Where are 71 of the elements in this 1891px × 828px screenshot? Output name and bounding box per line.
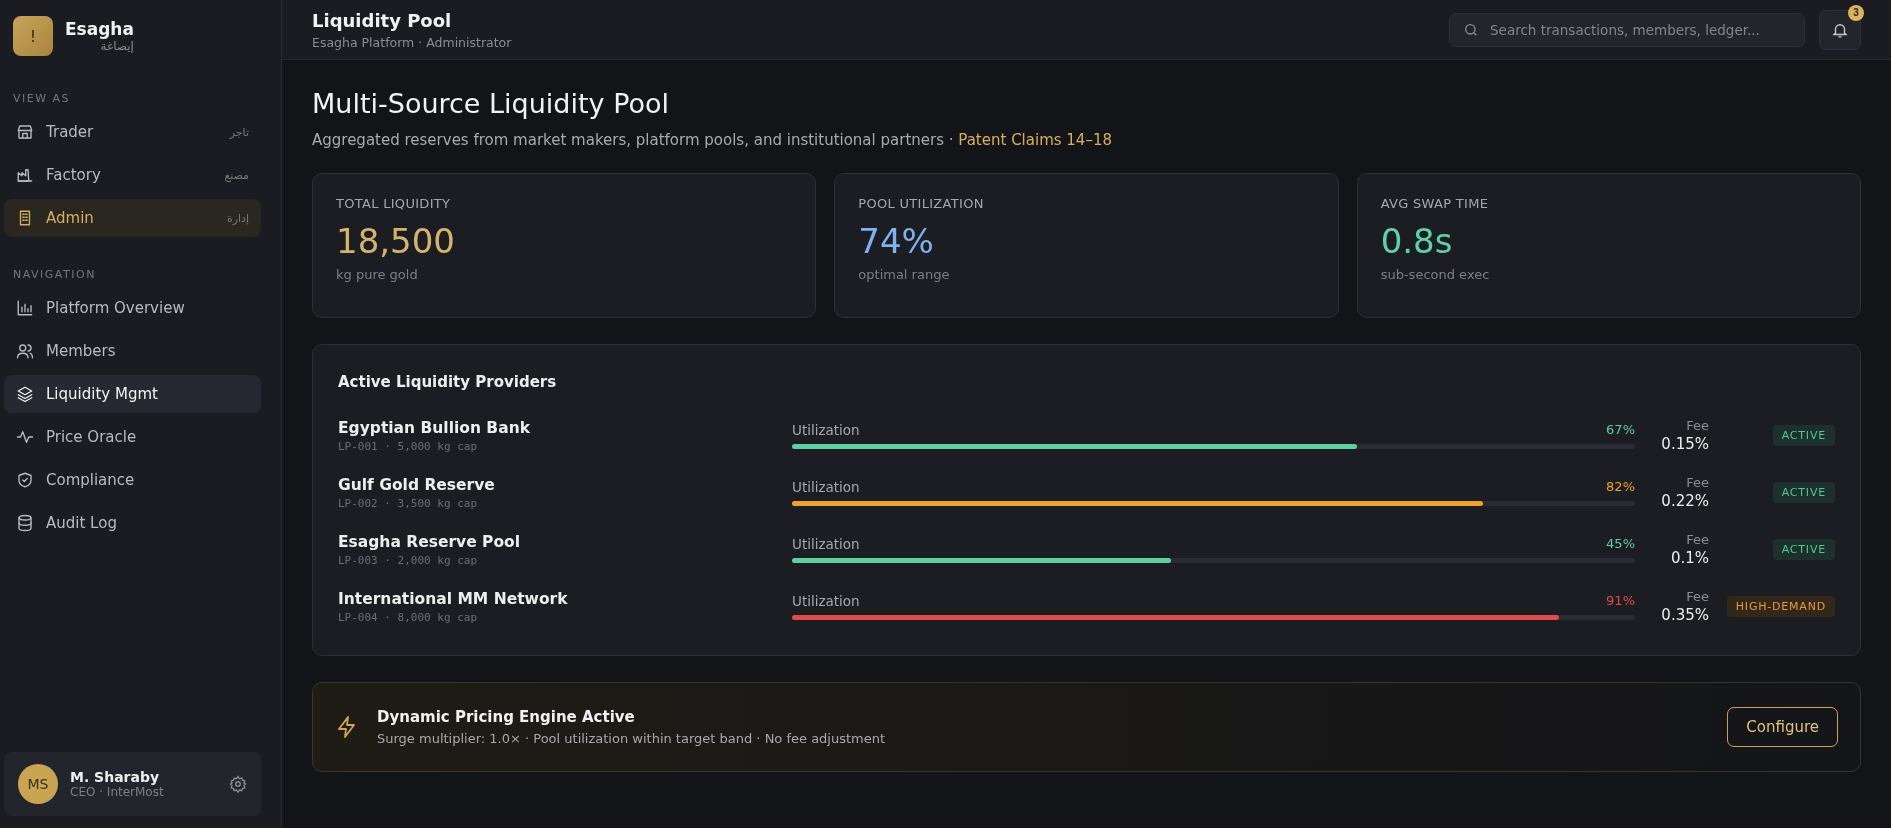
fee-value: 0.1% [1670, 549, 1709, 567]
stat-note: kg pure gold [336, 267, 419, 282]
stat-label: AVG SWAP TIME [1380, 196, 1490, 211]
status-badge: ACTIVE [1772, 539, 1835, 560]
nav-item[interactable]: Members [4, 332, 261, 370]
utilization-reading: 82% [1606, 479, 1635, 495]
stat-label: POOL UTILIZATION [858, 196, 985, 211]
layers-icon [16, 385, 34, 403]
nav-item[interactable]: Platform Overview [4, 289, 261, 327]
fee-value: 0.15% [1661, 435, 1709, 453]
notification-count: 3 [1848, 4, 1864, 21]
nav-item[interactable]: Audit Log [4, 504, 261, 542]
provider-meta: LP-004 · 8,000 kg cap [338, 610, 479, 624]
status-badge: HIGH-DEMAND [1726, 596, 1835, 617]
store-icon [16, 123, 34, 141]
user-name: M. Sharaby [70, 769, 161, 785]
utilization-reading: 45% [1606, 536, 1635, 552]
brand-subtitle: إيصاغة [99, 39, 134, 53]
engine-title: Dynamic Pricing Engine Active [377, 708, 636, 726]
utilization-label: Utilization [792, 593, 860, 609]
people-icon [16, 342, 34, 360]
utilization-label: Utilization [792, 479, 860, 495]
stat-value: 74% [858, 221, 935, 261]
avatar: MS [18, 764, 58, 804]
section-heading: VIEW AS [12, 92, 71, 105]
provider-meta: LP-001 · 5,000 kg cap [338, 439, 479, 453]
nav-item[interactable]: Liquidity Mgmt [4, 375, 261, 413]
utilization-reading: 91% [1606, 593, 1635, 609]
stat-label: TOTAL LIQUIDITY [336, 196, 452, 211]
logo-icon: ! [13, 16, 53, 56]
fee-label: Fee [1686, 475, 1709, 490]
utilization-label: Utilization [792, 422, 860, 438]
provider-name: Gulf Gold Reserve [338, 475, 496, 494]
fee-label: Fee [1686, 532, 1709, 547]
provider-meta: LP-002 · 3,500 kg cap [338, 496, 479, 510]
panel-title: Active Liquidity Providers [338, 373, 557, 391]
provider-name: Egyptian Bullion Bank [338, 418, 531, 437]
stat-note: sub-second exec [1380, 267, 1491, 282]
utilization-label: Utilization [792, 536, 860, 552]
engine-description: Surge multiplier: 1.0× · Pool utilization within target band · No fee adjustment [377, 731, 887, 746]
page-description: Aggregated reserves from market makers, platform pools, and institutional partners · [312, 131, 954, 149]
fee-label: Fee [1686, 418, 1709, 433]
status-badge: ACTIVE [1772, 425, 1835, 446]
brand-name: Esagha [65, 19, 134, 39]
nav-item[interactable]: Compliance [4, 461, 261, 499]
page-title: Multi-Source Liquidity Pool [312, 88, 670, 119]
configure-button[interactable]: Configure [1727, 707, 1838, 747]
factory-icon [16, 166, 34, 184]
provider-meta: LP-003 · 2,000 kg cap [338, 553, 479, 567]
settings-icon[interactable] [229, 775, 247, 793]
patent-link[interactable]: Patent Claims 14–18 [958, 131, 1112, 149]
fee-value: 0.35% [1661, 606, 1709, 624]
page-header-title: Liquidity Pool [312, 9, 453, 31]
provider-name: Esagha Reserve Pool [338, 532, 522, 551]
database-icon [16, 514, 34, 532]
fee-value: 0.22% [1661, 492, 1709, 510]
stat-value: 18,500 [336, 221, 456, 261]
stat-value: 0.8s [1380, 221, 1454, 261]
shield-icon [16, 471, 34, 489]
stat-note: optimal range [858, 267, 951, 282]
user-role: CEO · InterMost [70, 785, 165, 799]
section-heading: NAVIGATION [12, 268, 96, 281]
pulse-icon [16, 428, 34, 446]
bar-chart-icon [16, 299, 34, 317]
search-field[interactable]: Search transactions, members, ledger... [1449, 12, 1805, 47]
provider-name: International MM Network [338, 589, 569, 608]
nav-item[interactable]: Price Oracle [4, 418, 261, 456]
utilization-reading: 67% [1606, 422, 1635, 438]
status-badge: ACTIVE [1772, 482, 1835, 503]
fee-label: Fee [1686, 589, 1709, 604]
page-header-subtitle: Esagha Platform · Administrator [312, 34, 513, 50]
